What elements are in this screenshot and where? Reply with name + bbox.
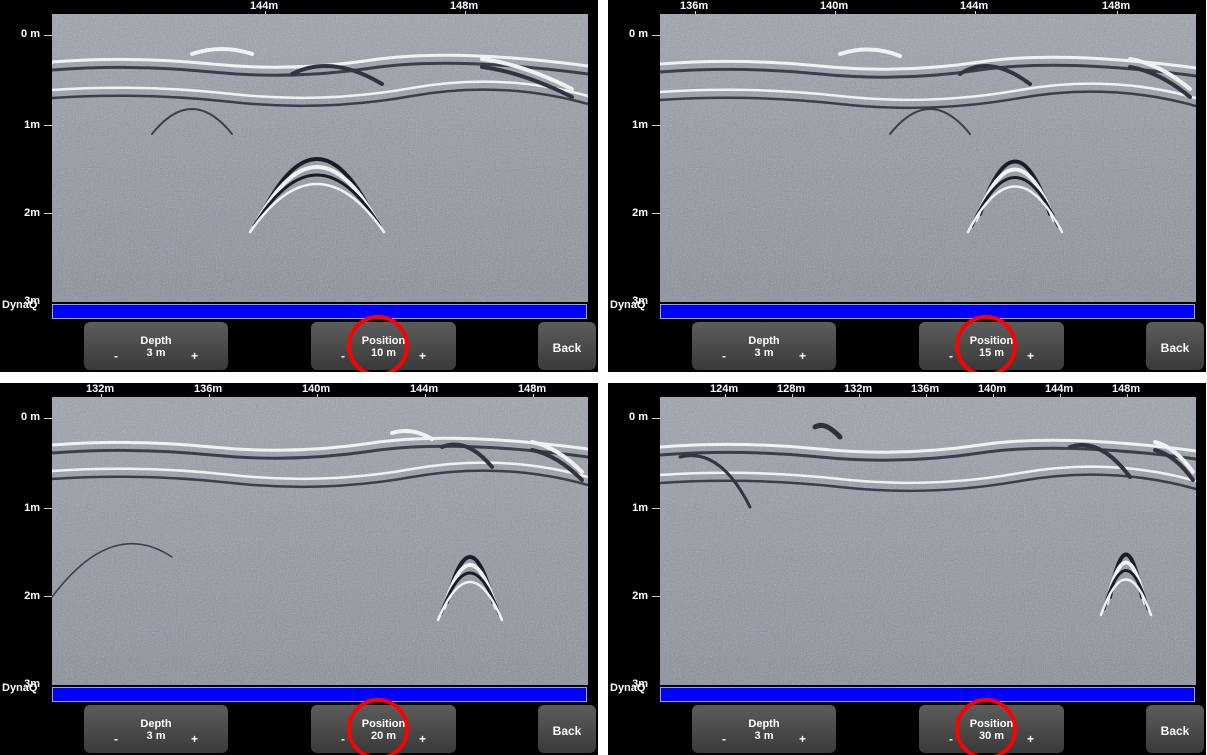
- highlight-circle: [955, 315, 1017, 372]
- depth-tick: [652, 508, 660, 509]
- depth-axis-label: 1m: [632, 502, 648, 514]
- depth-axis-label: 0 m: [21, 28, 40, 40]
- dynaq-label: DynaQ: [610, 682, 646, 694]
- distance-ruler: 124m 128m 132m 136m 140m 144m 148m: [660, 383, 1196, 398]
- depth-axis-label: 1m: [24, 119, 40, 131]
- depth-title: Depth: [140, 335, 172, 347]
- distance-ruler: 136m 140m 144m 148m: [660, 0, 1196, 15]
- radargram-view[interactable]: [660, 397, 1196, 685]
- depth-tick: [44, 596, 52, 597]
- position-increase-button[interactable]: +: [419, 732, 426, 746]
- position-increase-button[interactable]: +: [419, 349, 426, 363]
- depth-tick: [652, 125, 660, 126]
- distance-ruler: 132m 136m 140m 144m 148m: [52, 383, 588, 398]
- radargram-view[interactable]: [52, 397, 588, 685]
- depth-value: 3 m: [146, 347, 166, 359]
- depth-increase-button[interactable]: +: [191, 732, 198, 746]
- depth-increase-button[interactable]: +: [799, 732, 806, 746]
- depth-tick: [44, 418, 52, 419]
- dynaq-label: DynaQ: [2, 682, 38, 694]
- distance-ruler: 144m 148m: [52, 0, 588, 15]
- depth-decrease-button[interactable]: -: [722, 349, 726, 363]
- depth-decrease-button[interactable]: -: [114, 349, 118, 363]
- depth-title: Depth: [748, 718, 780, 730]
- position-decrease-button[interactable]: -: [949, 732, 953, 746]
- back-label: Back: [1160, 341, 1190, 355]
- depth-decrease-button[interactable]: -: [114, 732, 118, 746]
- back-button[interactable]: Back: [538, 705, 596, 753]
- depth-axis-label: 0 m: [21, 411, 40, 423]
- gpr-panel-1: 144m 148m 0 m 1m 2m 3m DynaQ Depth 3 m -…: [0, 0, 598, 372]
- depth-tick: [44, 213, 52, 214]
- depth-button[interactable]: Depth 3 m - +: [692, 705, 836, 753]
- depth-button[interactable]: Depth 3 m - +: [84, 705, 228, 753]
- dynaq-label: DynaQ: [610, 299, 646, 311]
- gpr-panel-2: 136m 140m 144m 148m 0 m 1m 2m 3m DynaQ D…: [608, 0, 1206, 372]
- depth-tick: [652, 35, 660, 36]
- depth-tick: [44, 35, 52, 36]
- position-decrease-button[interactable]: -: [949, 349, 953, 363]
- radargram-view[interactable]: [52, 14, 588, 302]
- back-button[interactable]: Back: [538, 322, 596, 370]
- depth-axis-label: 1m: [24, 502, 40, 514]
- depth-button[interactable]: Depth 3 m - +: [84, 322, 228, 370]
- depth-tick: [652, 213, 660, 214]
- depth-increase-button[interactable]: +: [799, 349, 806, 363]
- depth-value: 3 m: [754, 730, 774, 742]
- depth-tick: [44, 508, 52, 509]
- highlight-circle: [347, 698, 409, 755]
- depth-axis-label: 0 m: [629, 28, 648, 40]
- depth-title: Depth: [140, 718, 172, 730]
- back-button[interactable]: Back: [1146, 322, 1204, 370]
- depth-decrease-button[interactable]: -: [722, 732, 726, 746]
- depth-value: 3 m: [146, 730, 166, 742]
- depth-tick: [652, 596, 660, 597]
- dynaq-bar: [660, 304, 1195, 319]
- depth-axis-label: 0 m: [629, 411, 648, 423]
- position-decrease-button[interactable]: -: [341, 349, 345, 363]
- gpr-panel-4: 124m 128m 132m 136m 140m 144m 148m 0 m 1…: [608, 383, 1206, 755]
- depth-tick: [652, 418, 660, 419]
- dynaq-bar: [52, 687, 587, 702]
- dynaq-label: DynaQ: [2, 299, 38, 311]
- depth-axis-label: 2m: [24, 590, 40, 602]
- position-increase-button[interactable]: +: [1027, 732, 1034, 746]
- gpr-panel-3: 132m 136m 140m 144m 148m 0 m 1m 2m 3m Dy…: [0, 383, 598, 755]
- depth-button[interactable]: Depth 3 m - +: [692, 322, 836, 370]
- position-increase-button[interactable]: +: [1027, 349, 1034, 363]
- back-button[interactable]: Back: [1146, 705, 1204, 753]
- dynaq-bar: [52, 304, 587, 319]
- highlight-circle: [955, 698, 1017, 755]
- position-decrease-button[interactable]: -: [341, 732, 345, 746]
- depth-axis-label: 2m: [632, 207, 648, 219]
- depth-title: Depth: [748, 335, 780, 347]
- depth-increase-button[interactable]: +: [191, 349, 198, 363]
- back-label: Back: [552, 341, 582, 355]
- depth-tick: [44, 125, 52, 126]
- radargram-view[interactable]: [660, 14, 1196, 302]
- depth-axis-label: 1m: [632, 119, 648, 131]
- dynaq-bar: [660, 687, 1195, 702]
- depth-axis-label: 2m: [632, 590, 648, 602]
- back-label: Back: [552, 724, 582, 738]
- highlight-circle: [347, 315, 409, 372]
- back-label: Back: [1160, 724, 1190, 738]
- depth-value: 3 m: [754, 347, 774, 359]
- depth-axis-label: 2m: [24, 207, 40, 219]
